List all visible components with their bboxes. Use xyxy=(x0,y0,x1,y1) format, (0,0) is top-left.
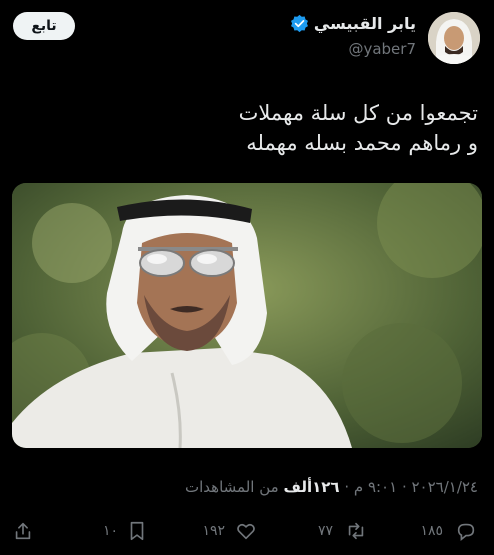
like-button[interactable]: ١٩٢ xyxy=(202,515,257,547)
tweet-line: و رماهم محمد بسله مهمله xyxy=(246,131,478,155)
meta-separator: · xyxy=(397,478,412,496)
views-count: ١٢٦ألف xyxy=(283,478,340,496)
author-name-row: يابر القبيسي xyxy=(290,14,416,33)
retweet-icon xyxy=(348,522,364,540)
media-photo xyxy=(12,183,482,448)
tweet-date[interactable]: ٢٠٢٦/١/٢٤ xyxy=(411,478,478,496)
reply-count: ١٨٥ xyxy=(420,523,443,539)
reply-button[interactable]: ١٨٥ xyxy=(420,515,477,547)
bookmark-count: ١٠ xyxy=(102,523,118,539)
tweet-line: تجمعوا من كل سلة مهملات xyxy=(238,101,478,125)
action-bar: ١٨٥ ٧٧ ١٩٢ ١٠ xyxy=(0,515,494,547)
like-icon xyxy=(237,523,255,540)
tweet-text: تجمعوا من كل سلة مهملات و رماهم محمد بسل… xyxy=(18,98,478,158)
share-icon xyxy=(15,522,31,540)
tweet-meta: ٢٠٢٦/١/٢٤ · ٩:٠١ م · ١٢٦ألف من المشاهدات xyxy=(185,478,478,496)
author-display-name[interactable]: يابر القبيسي xyxy=(314,14,416,33)
follow-button[interactable]: تابع xyxy=(13,12,75,40)
retweet-button[interactable]: ٧٧ xyxy=(318,515,367,547)
share-button[interactable] xyxy=(12,515,34,547)
tweet-media-image[interactable] xyxy=(12,183,482,448)
bookmark-button[interactable]: ١٠ xyxy=(103,515,148,547)
like-count: ١٩٢ xyxy=(202,523,225,539)
author-handle[interactable]: @yaber7 xyxy=(348,40,416,58)
reply-icon xyxy=(457,523,475,541)
avatar[interactable] xyxy=(428,12,480,64)
avatar-image xyxy=(428,12,480,64)
verified-badge-icon xyxy=(290,14,308,33)
tweet-time[interactable]: ٩:٠١ م xyxy=(354,478,397,496)
retweet-count: ٧٧ xyxy=(317,523,333,539)
meta-separator: · xyxy=(339,478,354,496)
bookmark-icon xyxy=(130,521,144,541)
views-label: من المشاهدات xyxy=(185,478,284,496)
